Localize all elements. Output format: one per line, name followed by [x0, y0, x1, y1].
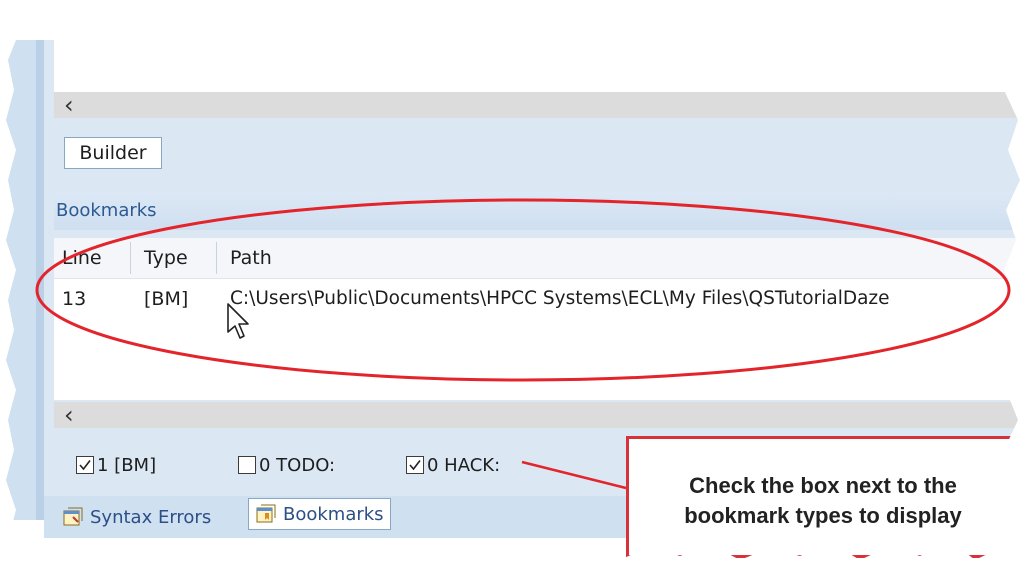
screenshot-stage: ‹ Builder Bookmarks Line Type Path 13 [B…: [0, 0, 1026, 573]
torn-edge-overlay: [0, 0, 1026, 573]
